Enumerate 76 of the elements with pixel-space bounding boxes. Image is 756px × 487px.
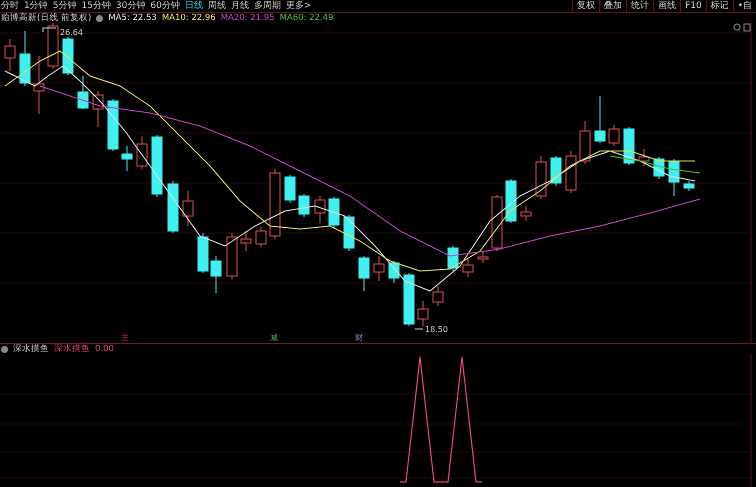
period-tab[interactable]: 15分钟 [81,0,111,12]
ma-value: MA10: 22.96 [162,13,216,23]
candlestick [520,206,532,222]
candlestick [566,150,576,194]
candlestick [684,180,694,192]
candlestick [358,256,370,292]
ma-value: MA5: 22.53 [108,13,157,23]
period-tab[interactable]: 多周期 [254,0,281,12]
candlestick [478,250,488,264]
period-tab[interactable]: 周线 [208,0,226,12]
event-marker[interactable]: 财 [355,333,363,342]
candlestick [374,256,384,282]
candlestick [448,246,458,272]
candlestick [270,168,280,240]
event-marker[interactable]: 主 [121,333,129,342]
indicator-value: 0.00 [95,344,114,354]
high-price-label: 26.64 [60,28,83,37]
ma-value: MA20: 21.95 [220,13,275,23]
candlestick [34,56,44,114]
leader-line [42,28,56,32]
candlestick [198,232,208,274]
candlestick [314,196,326,224]
candlestick [108,98,118,152]
period-tab[interactable]: 分时 [1,0,19,12]
candlestick [48,23,58,70]
period-tab[interactable]: 月线 [230,0,249,12]
candlestick [580,120,590,164]
period-tab[interactable]: 60分钟 [150,0,180,12]
window-icon[interactable] [744,24,750,32]
candlestick [388,260,400,284]
candlestick [432,286,444,306]
candlestick [298,194,310,218]
candlestick [20,30,30,86]
candlestick [168,180,178,234]
indicator-name: 深水摸鱼 [13,343,49,355]
period-tab[interactable]: 30分钟 [116,0,146,12]
candlestick [284,174,296,204]
candlestick [226,232,238,280]
event-marker[interactable]: 减 [270,333,278,342]
period-tab[interactable]: 1分钟 [24,0,48,12]
candlestick [122,146,132,172]
candlestick [404,272,414,326]
candlestick [78,76,88,110]
candlestick [152,134,162,198]
candlestick [594,96,606,144]
candlestick [344,214,354,252]
candlestick [240,230,252,252]
period-tab[interactable]: 5分钟 [52,0,76,12]
settings-icon[interactable] [734,24,740,30]
candlestick [418,300,428,326]
period-tab[interactable]: 日线 [184,0,203,12]
candlestick [328,196,340,228]
candlestick [668,158,680,196]
candlestick [62,36,74,76]
candlestick [136,136,148,170]
stock-title: 贻博高新(日线 前复权) [1,12,92,24]
ma-value: MA60: 22.49 [280,13,334,23]
candlestick [536,156,546,200]
low-price-label: 18.50 [425,325,448,334]
candlestick [462,258,474,278]
candlestick [492,194,502,252]
settings-icon[interactable] [1,346,8,352]
indicator-series-label: 深水摸鱼 [54,343,90,355]
candlestick [92,90,104,128]
candlestick [550,156,562,186]
settings-icon[interactable] [96,14,104,22]
candlestick [4,38,16,72]
period-tab[interactable]: 更多> [286,0,312,12]
candlestick [256,226,266,248]
candlestick [638,148,650,166]
candlestick [182,190,194,226]
candlestick [210,256,222,294]
candlestick [624,126,634,166]
candlestick [506,178,516,224]
leader-line [414,328,424,330]
candlestick [608,124,620,146]
